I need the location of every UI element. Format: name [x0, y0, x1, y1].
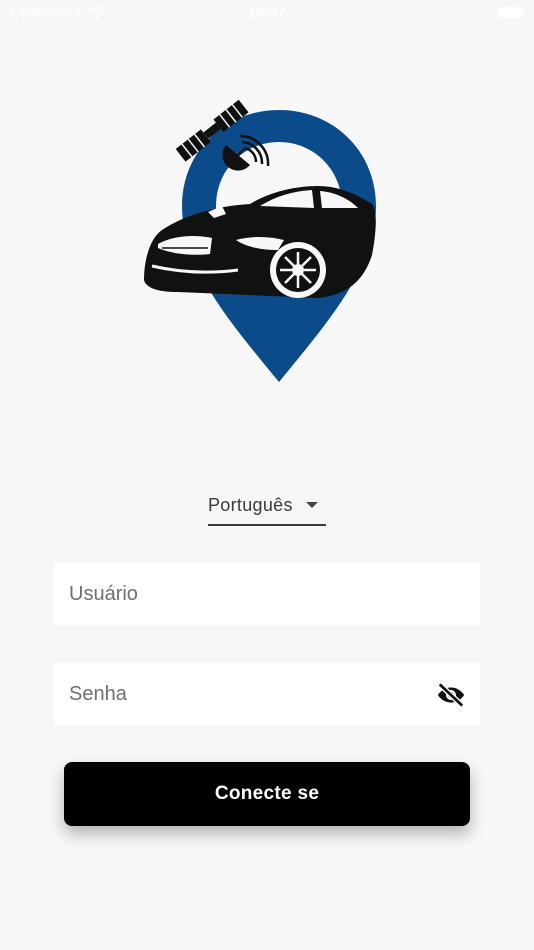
battery-icon: [498, 7, 525, 18]
language-selected-label: Português: [208, 495, 293, 515]
status-bar: Operadora 18:37: [0, 0, 534, 28]
car-location-pin-satellite-logo: [144, 99, 376, 382]
dropdown-arrow-icon: [306, 502, 318, 508]
login-button[interactable]: Conecte se: [64, 762, 470, 826]
username-field-container: [54, 563, 480, 625]
eye-off-icon[interactable]: [436, 680, 466, 710]
password-field-container: [54, 663, 480, 725]
language-selector[interactable]: Português: [208, 492, 326, 526]
password-input[interactable]: [54, 663, 480, 725]
username-input[interactable]: [54, 563, 480, 625]
status-time: 18:37: [247, 4, 287, 21]
